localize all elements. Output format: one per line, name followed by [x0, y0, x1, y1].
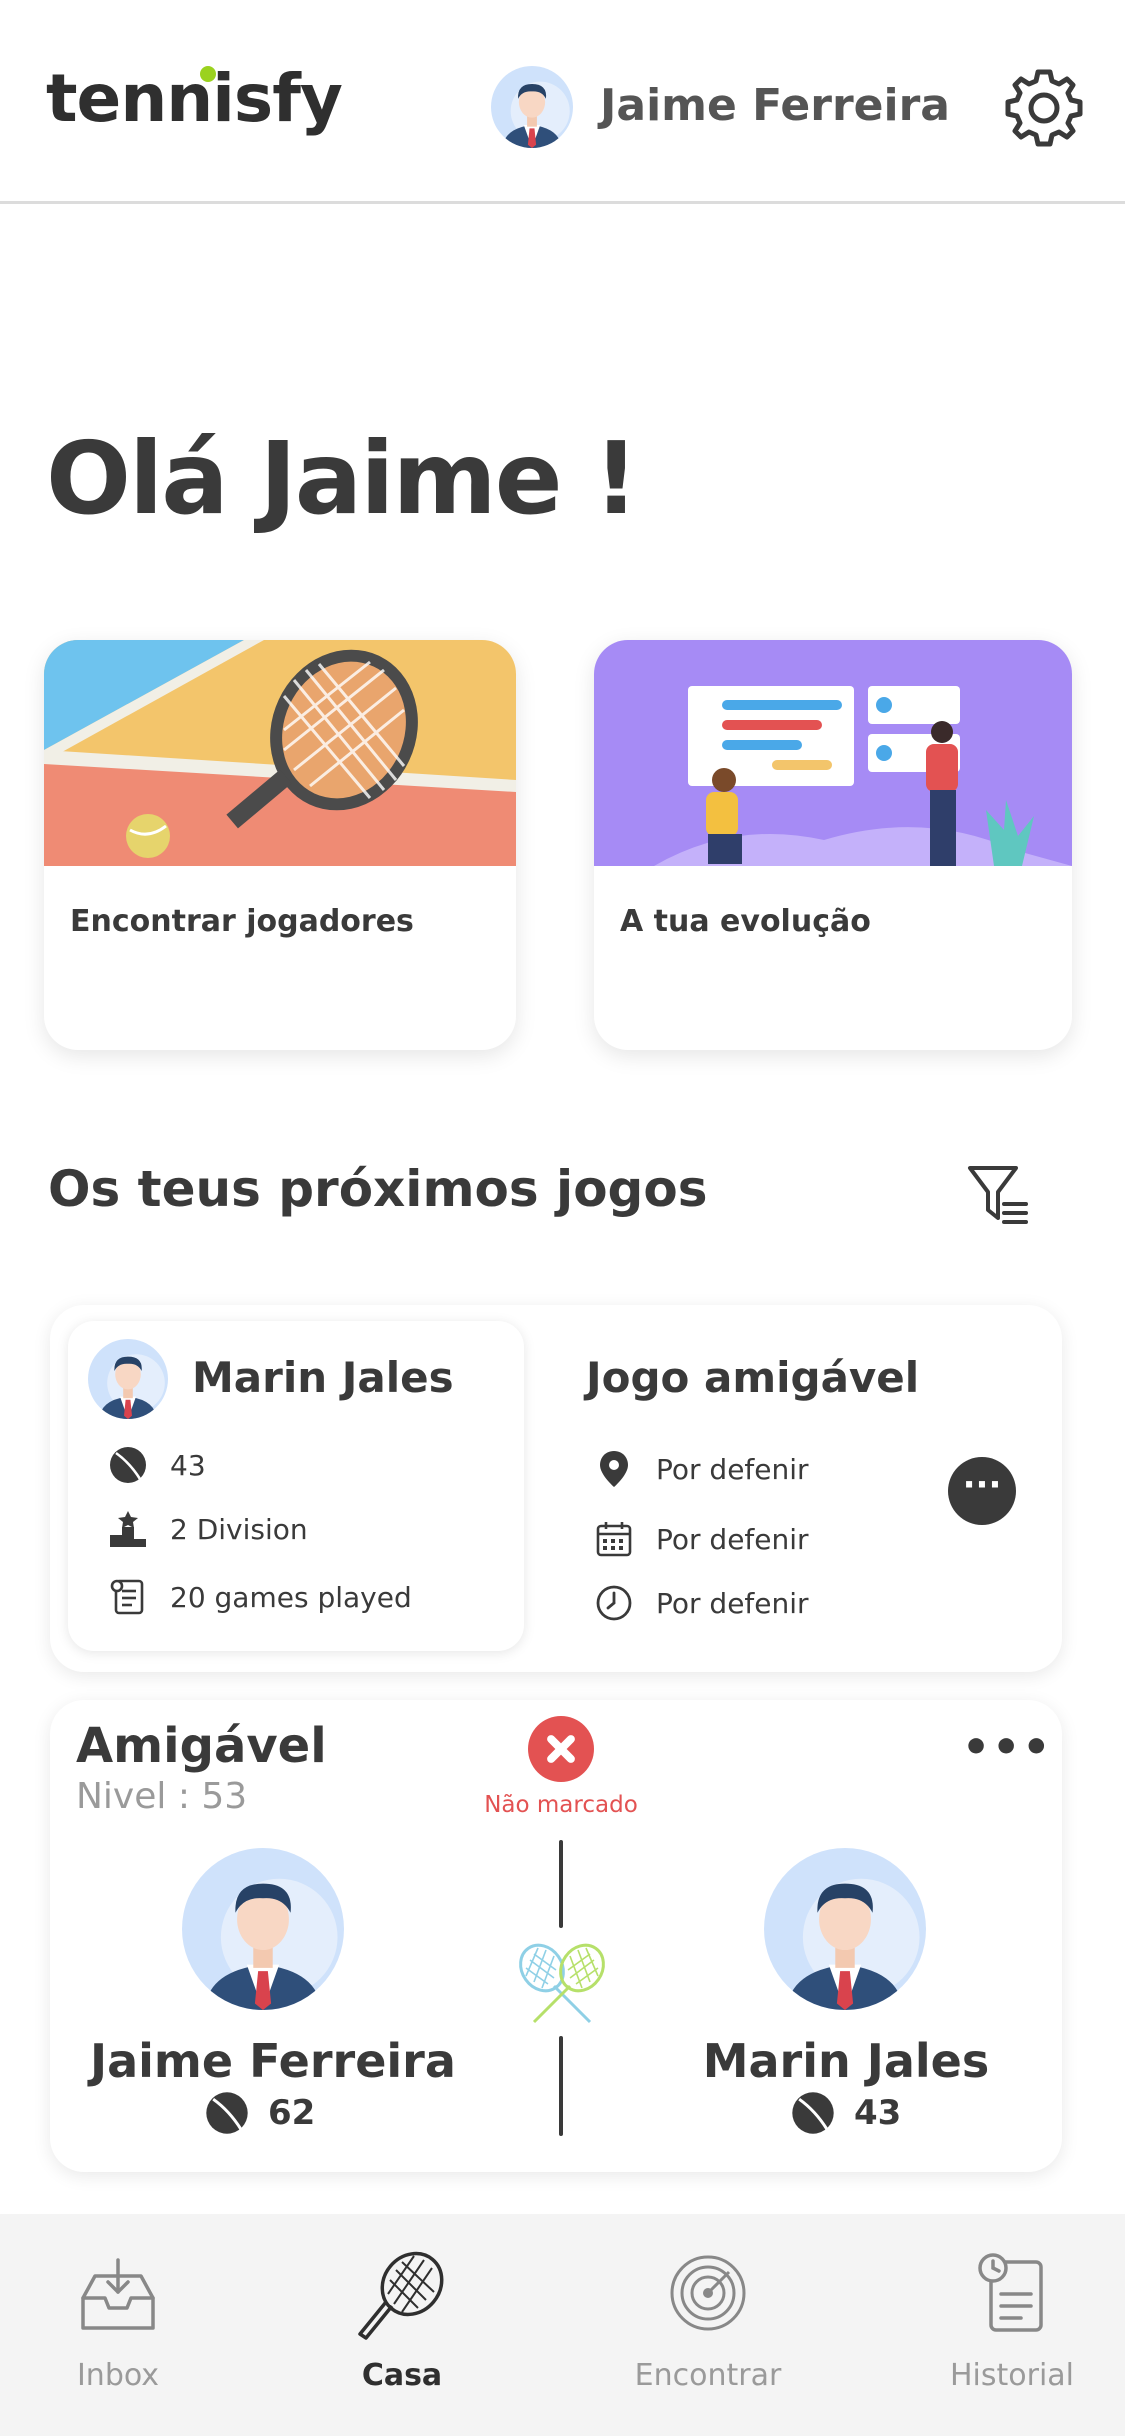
not-scheduled-icon [528, 1716, 594, 1782]
nav-encontrar-label: Encontrar [634, 2358, 782, 2393]
nav-casa[interactable]: Casa [302, 2214, 502, 2436]
calendar-icon [596, 1522, 632, 1557]
match-status: Não marcado [484, 1792, 638, 1818]
game-type: Jogo amigável [586, 1353, 920, 1402]
app-logo[interactable]: tennisfy [46, 60, 343, 137]
player2-score-row: 43 [790, 2090, 901, 2136]
greeting-heading: Olá Jaime ! [46, 420, 639, 537]
player1-avatar [182, 1848, 344, 2010]
location-pin-icon [600, 1451, 628, 1487]
nav-inbox-label: Inbox [76, 2358, 160, 2393]
opponent-level-row: 43 [108, 1443, 206, 1487]
player1-name: Jaime Ferreira [90, 2034, 456, 2088]
match-title: Amigável [76, 1718, 327, 1774]
evolution-label: A tua evolução [620, 904, 871, 939]
podium-icon [110, 1511, 146, 1547]
player1-score: 62 [268, 2093, 316, 2133]
nav-inbox[interactable]: Inbox [18, 2214, 218, 2436]
analytics-illustration [594, 640, 1072, 866]
user-avatar[interactable] [491, 66, 573, 148]
tennis-ball-icon [108, 1445, 148, 1485]
match-level: Nivel : 53 [76, 1776, 248, 1817]
nav-historial-label: Historial [949, 2358, 1075, 2393]
tennis-ball-icon [204, 2090, 250, 2136]
opponent-division: 2 Division [170, 1512, 308, 1546]
upcoming-match-card[interactable]: Marin Jales 43 2 Division 20 games playe… [50, 1305, 1062, 1672]
radar-icon [670, 2255, 746, 2331]
tennis-ball-icon [790, 2090, 836, 2136]
user-name[interactable]: Jaime Ferreira [600, 80, 950, 131]
bottom-navigation: Inbox Casa Encontrar Historial [0, 2214, 1125, 2436]
friendly-match-card[interactable]: Amigável Nivel : 53 Não marcado ••• Jaim… [50, 1700, 1062, 2172]
nav-encontrar[interactable]: Encontrar [608, 2214, 808, 2436]
location-value: Por defenir [656, 1452, 809, 1486]
player1-score-row: 62 [204, 2090, 315, 2136]
player2-name: Marin Jales [702, 2034, 990, 2088]
nav-historial[interactable]: Historial [912, 2214, 1112, 2436]
find-players-card[interactable]: Encontrar jogadores [44, 640, 516, 1050]
tennis-racket-illustration [44, 640, 516, 866]
opponent-games-row: 20 games played [108, 1575, 412, 1619]
player2-score: 43 [854, 2093, 902, 2133]
gear-icon[interactable] [1002, 66, 1086, 150]
crossed-rackets-icon [519, 1943, 605, 2024]
opponent-games: 20 games played [170, 1580, 412, 1614]
opponent-level: 43 [170, 1448, 206, 1482]
time-value: Por defenir [656, 1586, 809, 1620]
match-options-button[interactable]: ··· [948, 1457, 1016, 1525]
filter-icon[interactable] [964, 1160, 1034, 1230]
more-options-button[interactable]: ••• [962, 1722, 1052, 1773]
nav-casa-label: Casa [361, 2358, 443, 2393]
opponent-division-row: 2 Division [108, 1507, 308, 1551]
document-icon [110, 1579, 144, 1615]
location-row: Por defenir [594, 1447, 809, 1491]
app-header: tennisfy Jaime Ferreira [0, 0, 1125, 204]
opponent-avatar [88, 1339, 168, 1419]
logo-ball-dot [200, 66, 216, 82]
opponent-name: Marin Jales [192, 1353, 454, 1402]
upcoming-games-title: Os teus próximos jogos [48, 1160, 708, 1218]
date-row: Por defenir [594, 1517, 809, 1561]
racket-icon [358, 2251, 444, 2340]
date-value: Por defenir [656, 1522, 809, 1556]
clock-icon [596, 1585, 632, 1621]
evolution-card[interactable]: A tua evolução [594, 640, 1072, 1050]
time-row: Por defenir [594, 1581, 809, 1625]
divider-bottom [559, 2036, 563, 2136]
history-icon [978, 2253, 1043, 2332]
opponent-panel[interactable]: Marin Jales 43 2 Division 20 games playe… [68, 1321, 524, 1651]
divider-top [559, 1840, 563, 1928]
find-players-label: Encontrar jogadores [70, 904, 414, 939]
player2-avatar [764, 1848, 926, 2010]
inbox-icon [81, 2258, 155, 2330]
